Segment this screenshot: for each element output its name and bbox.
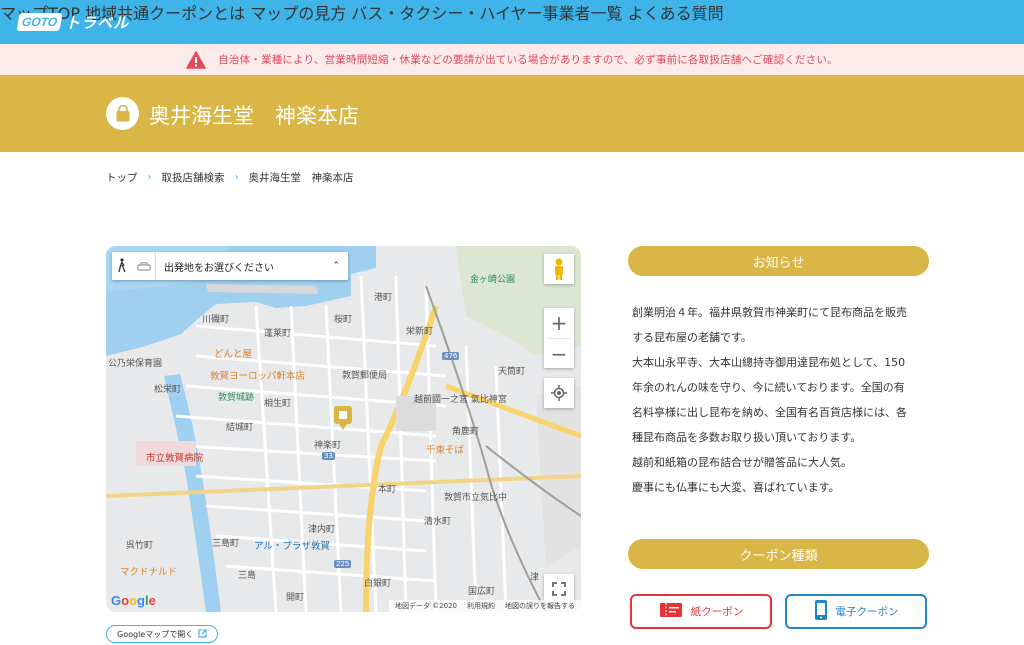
walking-icon[interactable]: [116, 257, 128, 276]
map-label-kawaiso: 川磯町: [202, 315, 230, 325]
google-map[interactable]: 出発地をお選びください ⌃ + − 金ヶ崎公園 港町 川磯町 蓬莱町 桜町 栄新…: [106, 246, 581, 612]
shopping-bag-icon: [106, 97, 139, 130]
route-33-shield: 33: [322, 452, 335, 460]
paper-coupon-button[interactable]: 紙クーポン: [630, 594, 772, 629]
map-label-matsuei: 松栄町: [154, 385, 182, 395]
map-label-mcdonalds[interactable]: マクドナルド: [120, 564, 177, 578]
map-label-dontoya[interactable]: どんと屋: [214, 346, 252, 360]
map-label-senju[interactable]: 千束そば: [426, 442, 464, 456]
map-label-europe[interactable]: 敦賀ヨーロッパ軒本店: [210, 368, 305, 382]
pegman-icon[interactable]: [544, 254, 574, 284]
paper-coupon-icon: [659, 601, 683, 622]
nav-map-guide[interactable]: マップの見方: [250, 4, 346, 23]
nav-bus-taxi-list[interactable]: バス・タクシー・ハイヤー事業者一覧: [351, 4, 622, 23]
breadcrumb-separator: ›: [234, 172, 239, 183]
breadcrumb-top[interactable]: トップ: [106, 170, 138, 185]
map-label-castle[interactable]: 敦賀城跡: [218, 390, 254, 403]
route-476-shield: 476: [442, 352, 460, 360]
attribution-data: 地図データ ©2020: [394, 602, 457, 610]
map-label-honmachi: 本町: [378, 485, 397, 495]
map-label-eishin: 栄新町: [406, 327, 434, 337]
open-google-maps-link[interactable]: Googleマップで開く: [106, 625, 219, 643]
map-label-shirogane: 白銀町: [364, 579, 392, 589]
warning-text: 自治体・業種により、営業時間短縮・休業などの要請が出ている場合がありますので、必…: [218, 54, 838, 66]
breadcrumb-store-search[interactable]: 取扱店舗検索: [162, 170, 225, 185]
select-arrows-icon[interactable]: ⌃: [332, 261, 340, 271]
notice-line: 種昆布商品を多数お取り扱い頂いております。: [632, 431, 862, 444]
notice-line: 越前和紙箱の昆布詰合せが贈答品に大人気。: [632, 456, 852, 469]
warning-banner: 自治体・業種により、営業時間短縮・休業などの要請が出ている場合がありますので、必…: [0, 44, 1024, 75]
notice-line: 年余のれんの味を守り、今に続いております。全国の有: [632, 381, 905, 394]
logo-travel-text: トラベル: [65, 13, 130, 32]
attribution-terms[interactable]: 利用規約: [467, 601, 495, 611]
map-label-kehi-junior[interactable]: 敦賀市立気比中: [444, 490, 507, 503]
smartphone-icon: [814, 599, 828, 624]
goto-travel-logo[interactable]: GOTO トラベル: [16, 10, 130, 34]
digital-coupon-button[interactable]: 電子クーポン: [785, 594, 927, 629]
map-label-tennou: 天筒町: [498, 367, 526, 377]
map-label-hirohiro: 国広町: [468, 587, 496, 597]
store-title: 奥井海生堂 神楽本店: [149, 104, 359, 128]
notice-line: 慶事にも仏事にも大変、喜ばれています。: [632, 481, 840, 494]
external-link-icon: [198, 628, 207, 640]
zoom-in-button[interactable]: +: [551, 308, 568, 338]
map-label-tsunaga: 津: [530, 573, 540, 583]
notice-line: する昆布屋の老舗です。: [632, 331, 752, 344]
digital-coupon-label: 電子クーポン: [835, 606, 899, 618]
warning-icon: [186, 50, 206, 69]
car-icon[interactable]: [137, 257, 151, 276]
paper-coupon-label: 紙クーポン: [690, 606, 744, 618]
map-label-kaihatsu: 開町: [286, 593, 305, 603]
breadcrumb-current: 奥井海生堂 神楽本店: [248, 172, 354, 184]
map-label-aioi: 相生町: [264, 399, 292, 409]
open-google-maps-label: Googleマップで開く: [117, 629, 194, 639]
nav-faq[interactable]: よくある質問: [628, 4, 724, 23]
map-label-kagura: 神楽町: [314, 441, 342, 451]
map-label-kanegasaki: 金ヶ崎公園: [470, 275, 516, 285]
notice-line: 創業明治４年。福井県敦賀市神楽町にて昆布商品を販売: [632, 306, 907, 319]
zoom-out-button[interactable]: −: [548, 338, 570, 368]
my-location-icon[interactable]: [544, 378, 574, 408]
map-label-yubinkyoku[interactable]: 敦賀郵便局: [342, 368, 387, 381]
top-navigation-bar: GOTO トラベル マップTOP 地域共通クーポンとは マップの見方 バス・タク…: [0, 0, 1024, 44]
google-logo: Google: [111, 593, 156, 608]
map-label-fukuin: 呉竹町: [126, 541, 154, 551]
notice-text: 創業明治４年。福井県敦賀市神楽町にて昆布商品を販売 する昆布屋の老舗です。 大本…: [632, 300, 932, 500]
map-label-horai: 蓬莱町: [264, 329, 292, 339]
map-label-minato: 港町: [374, 293, 393, 303]
route-225-shield: 225: [334, 560, 352, 568]
logo-goto-text: GOTO: [16, 13, 63, 31]
coupon-types-heading: クーポン種類: [628, 539, 929, 569]
breadcrumb: トップ › 取扱店舗検索 › 奥井海生堂 神楽本店: [106, 170, 354, 185]
map-attribution: 地図データ ©2020 利用規約 地図の誤りを報告する: [388, 600, 581, 612]
map-label-shima: 三島: [238, 571, 257, 581]
map-label-tsunai: 津内町: [308, 525, 336, 535]
map-label-shimizu: 清水町: [424, 517, 452, 527]
notice-line: 大本山永平寺、大本山總持寺御用達昆布処として、150: [632, 356, 906, 369]
breadcrumb-separator: ›: [147, 172, 152, 183]
directions-box[interactable]: 出発地をお選びください ⌃: [112, 252, 348, 280]
map-base: [106, 246, 581, 612]
store-title-band: 奥井海生堂 神楽本店: [0, 75, 1024, 152]
map-label-sakura: 桜町: [334, 315, 353, 325]
travel-mode-selector[interactable]: [112, 252, 156, 280]
map-label-shimano: 三島町: [212, 539, 240, 549]
notice-line: 名料亭様に出し昆布を納め、全国有名百貨店様には、各: [632, 406, 907, 419]
map-label-alplaza[interactable]: アル・プラザ敦賀: [254, 538, 330, 552]
map-label-yuki: 結城町: [226, 423, 254, 433]
map-label-hospital[interactable]: 市立敦賀病院: [146, 450, 203, 464]
notice-heading: お知らせ: [628, 246, 929, 276]
origin-select[interactable]: 出発地をお選びください: [164, 259, 332, 274]
map-label-kehi[interactable]: 越前國一之宮 氣比神宮: [414, 392, 507, 405]
zoom-controls: + −: [544, 308, 574, 368]
map-label-hoikuen: 公乃栄保育園: [108, 359, 163, 369]
map-label-kakudeta: 角鹿町: [452, 427, 480, 437]
attribution-report[interactable]: 地図の誤りを報告する: [505, 601, 575, 611]
